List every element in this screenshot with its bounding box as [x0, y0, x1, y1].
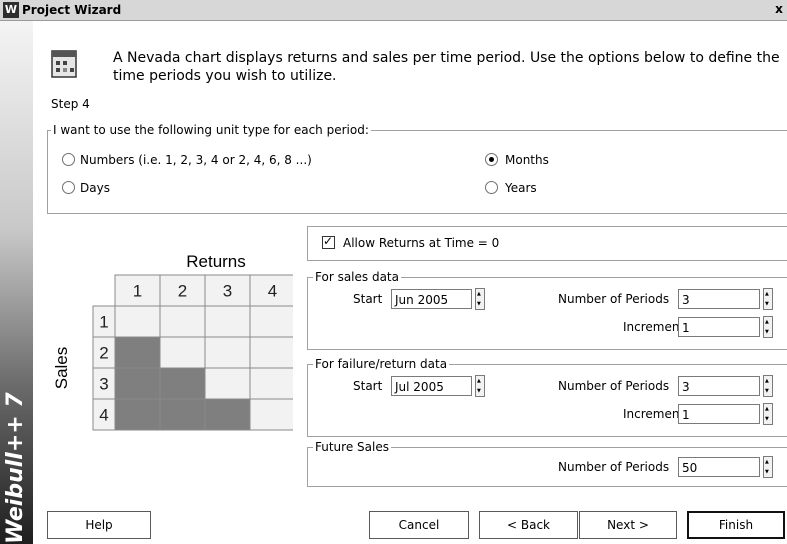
grid-cell	[159, 305, 206, 338]
column-header-label: 2	[178, 282, 187, 301]
grid-cell	[204, 367, 251, 400]
intro-text: A Nevada chart displays returns and sale…	[113, 50, 780, 84]
sales-start-label: Start	[353, 292, 383, 306]
future-periods-spinner[interactable]	[763, 456, 773, 478]
app-icon: W	[3, 2, 19, 18]
grid-cell-shaded	[159, 367, 206, 400]
row-header-label: 1	[99, 313, 108, 332]
grid-cell	[249, 336, 293, 369]
failure-periods-field[interactable]: 3	[678, 376, 760, 396]
sales-header: Sales	[52, 347, 71, 390]
failure-increment-field[interactable]: 1	[678, 404, 760, 424]
returns-header: Returns	[186, 252, 246, 271]
grid-cell	[204, 336, 251, 369]
help-button[interactable]: Help	[47, 511, 151, 539]
days-radio[interactable]	[62, 181, 75, 194]
sales-increment-label: Increment	[623, 320, 685, 334]
numbers-radio[interactable]	[62, 153, 75, 166]
brand-label: Weibull++ 7	[3, 392, 28, 544]
failure-data-group	[307, 364, 787, 437]
failure-periods-spinner[interactable]	[763, 375, 773, 397]
close-icon[interactable]: x	[772, 1, 786, 18]
sales-increment-spinner[interactable]	[763, 316, 773, 338]
failure-start-field[interactable]: Jul 2005	[391, 376, 472, 396]
sales-data-group	[307, 277, 787, 350]
row-header-label: 4	[99, 406, 108, 425]
sales-data-legend: For sales data	[313, 270, 401, 284]
future-sales-legend: Future Sales	[313, 440, 391, 454]
unit-type-group	[47, 130, 787, 214]
window-title: Project Wizard	[22, 3, 122, 17]
grid-cell	[249, 305, 293, 338]
sales-periods-field[interactable]: 3	[678, 289, 760, 309]
grid-cell-shaded	[114, 336, 161, 369]
allow-returns-label: Allow Returns at Time = 0	[343, 236, 500, 250]
failure-start-label: Start	[353, 379, 383, 393]
future-periods-field[interactable]: 50	[678, 457, 760, 477]
sales-periods-spinner[interactable]	[763, 288, 773, 310]
column-header-label: 3	[223, 282, 232, 301]
days-radio-label: Days	[80, 181, 110, 195]
next-button[interactable]: Next >	[579, 511, 677, 539]
column-header-label: 1	[133, 282, 142, 301]
numbers-radio-label: Numbers (i.e. 1, 2, 3, 4 or 2, 4, 6, 8 .…	[80, 153, 312, 167]
cancel-button[interactable]: Cancel	[369, 511, 469, 539]
sales-start-spinner[interactable]	[475, 288, 485, 310]
unit-type-legend: I want to use the following unit type fo…	[51, 123, 371, 137]
future-periods-label: Number of Periods	[558, 460, 670, 474]
grid-cell	[204, 305, 251, 338]
failure-increment-spinner[interactable]	[763, 403, 773, 425]
months-radio[interactable]	[485, 153, 498, 166]
row-header-label: 3	[99, 375, 108, 394]
back-button[interactable]: < Back	[479, 511, 578, 539]
months-radio-label: Months	[505, 153, 549, 167]
wizard-step-icon	[51, 50, 77, 78]
grid-cell-shaded	[114, 367, 161, 400]
failure-periods-label: Number of Periods	[558, 379, 670, 393]
failure-start-spinner[interactable]	[475, 375, 485, 397]
sales-start-field[interactable]: Jun 2005	[391, 289, 472, 309]
column-header-label: 4	[268, 282, 277, 301]
failure-data-legend: For failure/return data	[313, 357, 450, 371]
years-radio-label: Years	[505, 181, 537, 195]
grid-cell	[249, 398, 293, 431]
allow-returns-checkbox[interactable]	[322, 234, 335, 249]
row-header-label: 2	[99, 344, 108, 363]
sales-increment-field[interactable]: 1	[678, 317, 760, 337]
grid-cell-shaded	[159, 398, 206, 431]
nevada-grid: Returns Sales 1 2 3 4 1 2 3 4	[52, 252, 293, 431]
sales-periods-label: Number of Periods	[558, 292, 670, 306]
grid-cell-shaded	[114, 398, 161, 431]
step-label: Step 4	[51, 97, 90, 111]
grid-cell	[114, 305, 161, 338]
grid-cell	[159, 336, 206, 369]
grid-cell	[249, 367, 293, 400]
grid-cell-shaded	[204, 398, 251, 431]
finish-button[interactable]: Finish	[687, 511, 785, 539]
failure-increment-label: Increment	[623, 407, 685, 421]
years-radio[interactable]	[485, 181, 498, 194]
